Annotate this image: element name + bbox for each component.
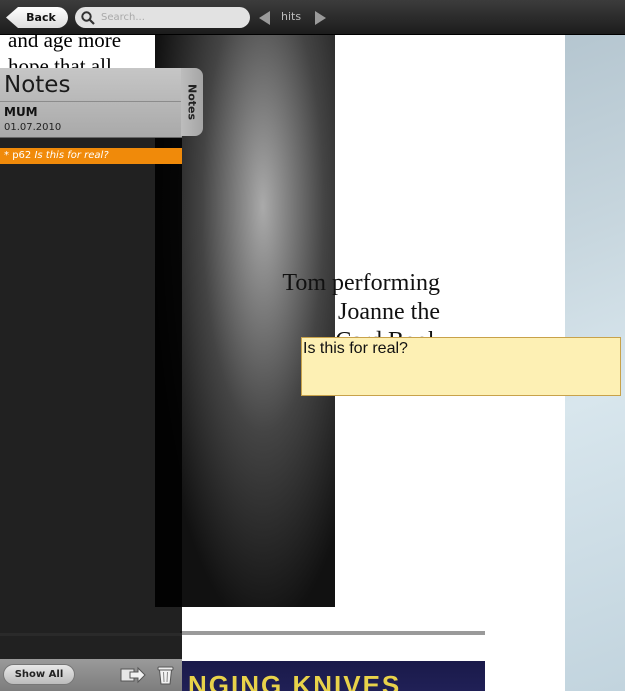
notes-date: 01.07.2010 [4,122,62,133]
notes-tab[interactable]: Notes [181,68,203,136]
next-section-banner: NGING KNIVES [180,661,485,691]
search-box [75,7,250,28]
caption-line: Joanne the [338,299,440,325]
export-icon[interactable] [120,666,146,684]
notes-panel: Notes MUM 01.07.2010 * p62 Is this for r… [0,68,182,691]
notes-panel-footer: Show All [0,659,182,691]
trash-icon[interactable] [157,665,174,685]
notes-panel-scrollbar[interactable] [0,633,182,636]
hits-label: hits [281,10,302,23]
notes-tab-label: Notes [185,83,199,121]
search-icon [81,10,95,25]
sticky-note[interactable]: Is this for real? [301,337,621,396]
note-text: Is this for real? [34,150,109,161]
note-marker: * [4,150,9,161]
caption-line: Tom performing [282,270,440,296]
page-text-line: and age more [8,35,122,52]
notes-panel-header: Notes MUM 01.07.2010 [0,68,182,138]
top-toolbar: Back hits [0,0,625,35]
search-input[interactable] [101,12,231,23]
notes-user-name: MUM [4,105,38,119]
notes-panel-title: Notes [4,72,71,98]
note-list-item[interactable]: * p62 Is this for real? [0,148,182,164]
show-all-button[interactable]: Show All [3,664,75,685]
note-page: p62 [12,150,32,161]
notes-header-divider [0,101,182,102]
page-divider [180,631,485,635]
next-hit-button[interactable] [315,11,326,25]
back-button[interactable]: Back [6,7,68,28]
prev-hit-button[interactable] [259,11,270,25]
